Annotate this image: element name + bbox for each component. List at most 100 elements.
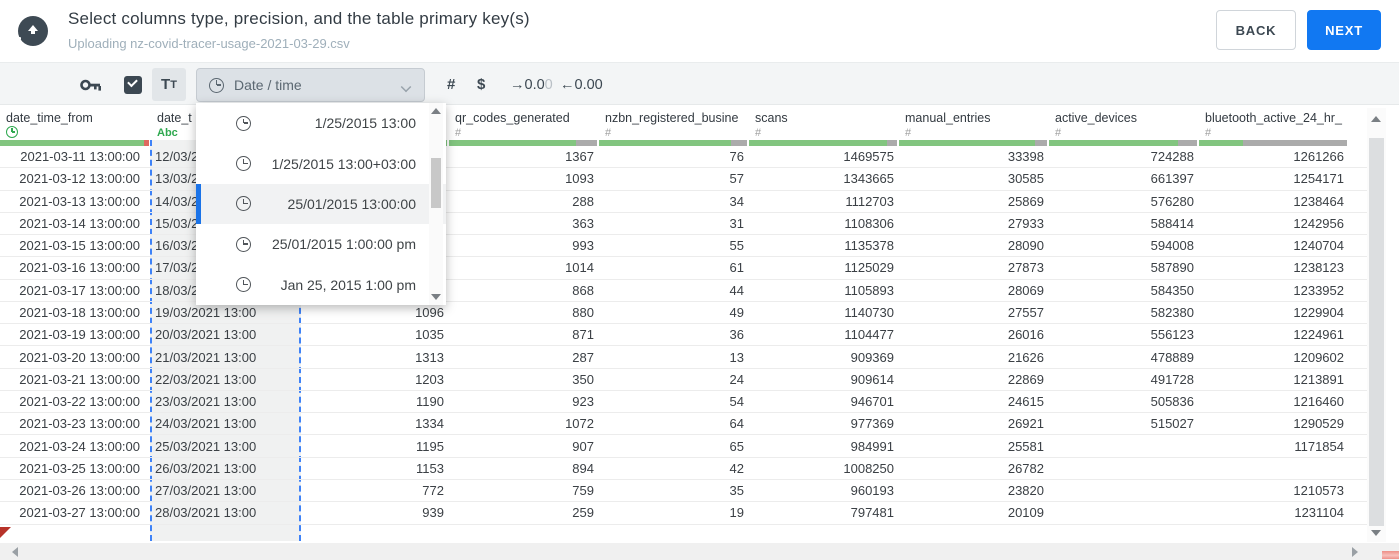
table-cell: 1240704 <box>1293 238 1344 254</box>
column-label: active_devices <box>1055 111 1137 125</box>
table-cell: 797481 <box>850 505 894 521</box>
upload-filename-subtitle: Uploading nz-covid-tracer-usage-2021-03-… <box>68 36 350 51</box>
column-type-select[interactable]: Date / time <box>196 68 425 102</box>
table-cell: 2021-03-12 13:00:00 <box>19 171 140 187</box>
table-cell: 2021-03-18 13:00:00 <box>19 304 140 320</box>
horizontal-scrollbar[interactable] <box>0 543 1399 560</box>
table-cell: 288 <box>572 193 594 209</box>
table-cell: 76 <box>729 149 744 165</box>
column-header-manual_entries[interactable]: manual_entries # <box>899 105 1049 140</box>
column-header-nzbn_registered_busine[interactable]: nzbn_registered_busine # <box>599 105 749 140</box>
increase-decimal-button[interactable]: → 0.0 0 <box>510 63 553 106</box>
dropdown-scrollbar[interactable] <box>429 103 443 305</box>
primary-key-icon[interactable] <box>80 63 102 106</box>
table-row: 2021-03-25 13:00:00 26/03/2021 13:00 1153 8… <box>0 458 1367 480</box>
nullable-checkbox[interactable] <box>124 63 142 106</box>
table-cell: 25/03/2021 13:00 <box>155 438 257 454</box>
column-header-scans[interactable]: scans # <box>749 105 899 140</box>
column-header-active_devices[interactable]: active_devices # <box>1049 105 1199 140</box>
table-row: 2021-03-24 13:00:00 25/03/2021 13:00 1195 9… <box>0 435 1367 458</box>
table-cell: 1108306 <box>844 215 894 231</box>
table-cell: 576280 <box>1150 193 1194 209</box>
table-cell: 1014 <box>565 260 594 276</box>
table-cell: 2021-03-16 13:00:00 <box>19 260 140 276</box>
scroll-right-icon[interactable] <box>1352 547 1358 557</box>
table-cell: 1343665 <box>843 171 894 187</box>
table-cell: 64 <box>729 416 744 432</box>
table-cell: 907 <box>572 438 594 454</box>
table-cell: 1334 <box>415 416 444 432</box>
table-cell: 1261266 <box>1293 149 1344 165</box>
dropdown-scroll-thumb[interactable] <box>431 158 441 208</box>
checked-checkbox-icon <box>124 75 142 94</box>
table-cell: 65 <box>729 438 744 454</box>
table-cell: 2021-03-14 13:00:00 <box>19 215 140 231</box>
scroll-up-icon[interactable] <box>1371 116 1381 122</box>
table-cell: 23820 <box>1007 483 1044 499</box>
table-cell: 2021-03-25 13:00:00 <box>19 460 140 476</box>
clock-icon <box>236 115 251 131</box>
table-cell: 55 <box>729 238 744 254</box>
number-type-label: # <box>1055 127 1062 139</box>
currency-type-button[interactable]: $ <box>477 63 485 106</box>
number-type-label: # <box>455 127 462 139</box>
table-cell: 363 <box>572 215 594 231</box>
number-type-button[interactable]: # <box>447 63 455 106</box>
table-cell: 1104477 <box>844 327 894 343</box>
table-cell: 24 <box>729 371 744 387</box>
table-cell: 26921 <box>1007 416 1044 432</box>
table-row: 2021-03-21 13:00:00 22/03/2021 13:00 1203 3… <box>0 369 1367 391</box>
table-cell: 2021-03-15 13:00:00 <box>19 238 140 254</box>
column-header-qr_codes_generated[interactable]: qr_codes_generated # <box>449 105 599 140</box>
table-cell: 23/03/2021 13:00 <box>155 394 257 410</box>
hash-icon: # <box>447 76 456 93</box>
table-cell: 759 <box>572 483 594 499</box>
column-type-toolbar: TT Date / time # $ → 0.0 0 ← 0.00 <box>0 62 1399 105</box>
dropdown-item-selected[interactable]: 25/01/2015 13:00:00 <box>196 183 446 225</box>
table-cell: 478889 <box>1150 349 1194 365</box>
clock-icon <box>236 277 251 293</box>
back-button[interactable]: BACK <box>1216 10 1296 50</box>
next-button[interactable]: NEXT <box>1307 10 1381 50</box>
table-row: 2021-03-18 13:00:00 19/03/2021 13:00 1096 8… <box>0 302 1367 325</box>
table-cell: 2021-03-21 13:00:00 <box>19 371 140 387</box>
dropdown-item[interactable]: Jan 25, 2015 1:00 pm <box>196 265 446 305</box>
dropdown-scroll-down-icon[interactable] <box>431 294 441 300</box>
column-header-bluetooth_active_24_hr_[interactable]: bluetooth_active_24_hr_ # <box>1199 105 1349 140</box>
decrease-decimal-button[interactable]: ← 0.00 <box>560 63 603 106</box>
table-cell: 909369 <box>850 349 894 365</box>
text-type-button[interactable]: TT <box>152 68 186 101</box>
horizontal-scroll-thumb[interactable] <box>1382 551 1399 559</box>
table-row: 2021-03-22 13:00:00 23/03/2021 13:00 1190 9… <box>0 391 1367 414</box>
top-header-bar: Select columns type, precision, and the … <box>0 0 1399 62</box>
clock-icon <box>236 156 251 172</box>
table-cell: 57 <box>729 171 744 187</box>
scroll-down-icon[interactable] <box>1371 530 1381 536</box>
table-cell: 1469575 <box>843 149 894 165</box>
table-cell: 27873 <box>1007 260 1044 276</box>
table-cell: 21/03/2021 13:00 <box>155 349 257 365</box>
table-cell: 24615 <box>1007 394 1044 410</box>
column-label: nzbn_registered_busine <box>605 111 739 125</box>
column-type-select-value: Date / time <box>234 77 302 93</box>
dropdown-item[interactable]: 1/25/2015 13:00+03:00 <box>196 143 446 183</box>
column-label: date_t <box>157 111 192 125</box>
table-cell <box>1049 502 1199 523</box>
dropdown-item[interactable]: 1/25/2015 13:00 <box>196 103 446 143</box>
dropdown-scroll-up-icon[interactable] <box>431 108 441 114</box>
table-cell: 2021-03-27 13:00:00 <box>19 505 140 521</box>
table-cell: 724288 <box>1150 149 1194 165</box>
table-cell: 1171854 <box>1294 438 1344 454</box>
table-cell: 2021-03-20 13:00:00 <box>19 349 140 365</box>
table-cell: 1203 <box>415 371 444 387</box>
dropdown-item[interactable]: 25/01/2015 1:00:00 pm <box>196 224 446 264</box>
vertical-scroll-thumb[interactable] <box>1369 138 1384 526</box>
table-cell: 1125029 <box>844 260 894 276</box>
scroll-left-icon[interactable] <box>12 547 18 557</box>
table-cell: 49 <box>729 304 744 320</box>
column-header-date_time_from[interactable]: date_time_from <box>0 105 151 140</box>
table-cell: 1195 <box>416 438 444 454</box>
table-cell: 1008250 <box>843 460 894 476</box>
table-cell: 13 <box>729 349 744 365</box>
vertical-scrollbar[interactable] <box>1367 108 1386 542</box>
